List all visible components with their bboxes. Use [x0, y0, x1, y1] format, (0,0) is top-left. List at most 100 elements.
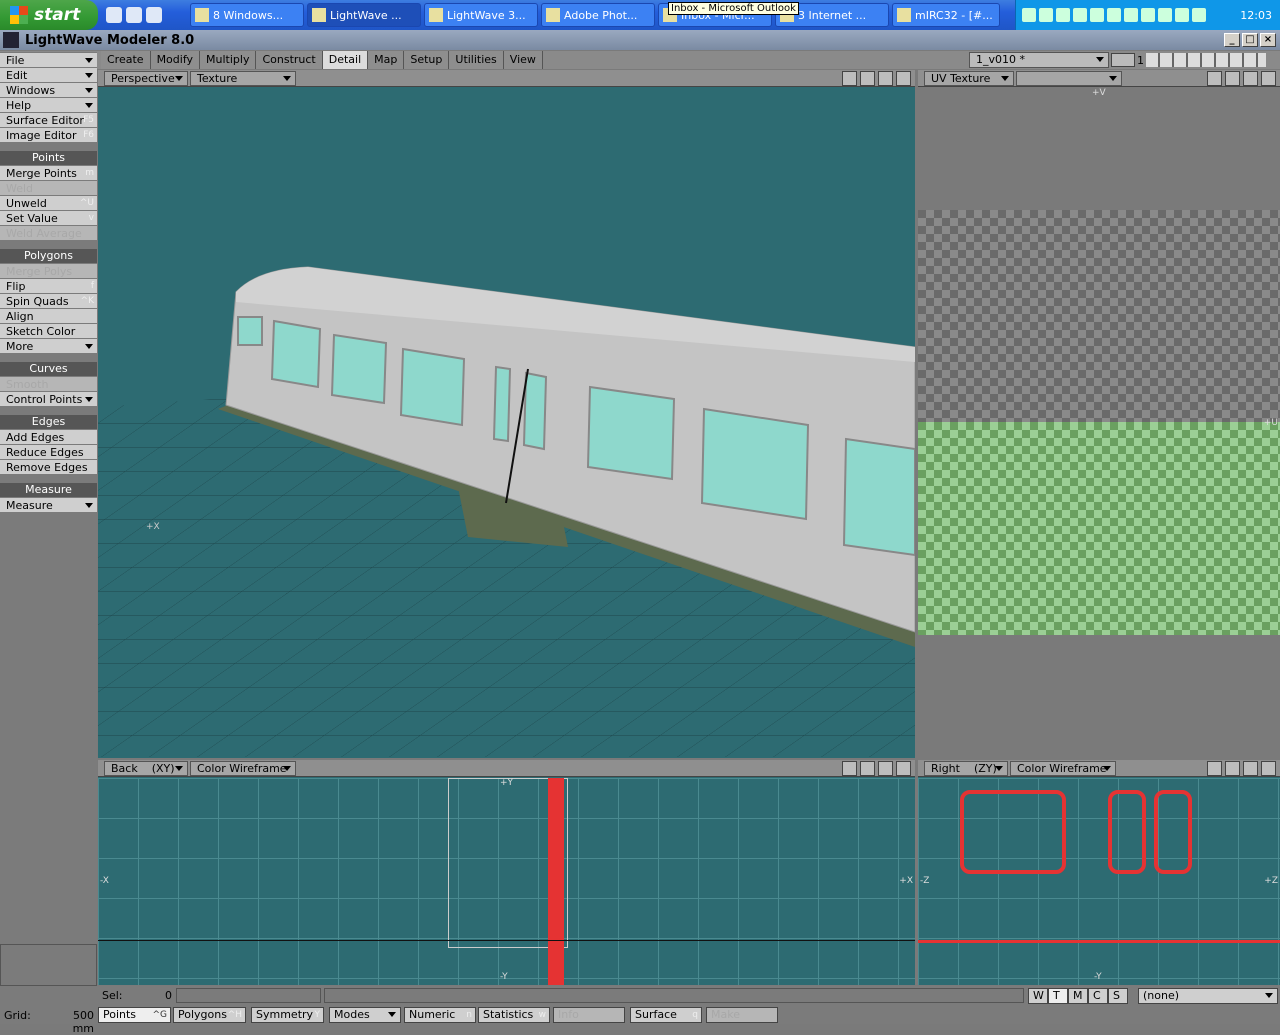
tab-view[interactable]: View	[503, 51, 543, 69]
more-menu[interactable]: More	[0, 339, 97, 354]
tray-icon[interactable]	[1090, 8, 1104, 22]
tray-icon[interactable]	[1175, 8, 1189, 22]
tray-icon[interactable]	[1039, 8, 1053, 22]
tab-create[interactable]: Create	[101, 51, 151, 69]
tray-icon[interactable]	[1124, 8, 1138, 22]
taskbar-button-lightwave[interactable]: LightWave ...	[307, 3, 421, 27]
taskbar-button-mirc[interactable]: mIRC32 - [#...	[892, 3, 1000, 27]
tray-icon[interactable]	[1141, 8, 1155, 22]
points-mode-button[interactable]: Points ^G	[98, 1007, 171, 1023]
s-button[interactable]: S	[1108, 988, 1128, 1004]
surface-editor-button[interactable]: Surface Editor F5	[0, 113, 97, 128]
taskbar-button-lightwave3d[interactable]: LightWave 3...	[424, 3, 538, 27]
weld-button[interactable]: Weld	[0, 181, 97, 196]
weld-average-button[interactable]: Weld Average	[0, 226, 97, 241]
merge-polys-button[interactable]: Merge Polys	[0, 264, 97, 279]
image-editor-button[interactable]: Image Editor F6	[0, 128, 97, 143]
maximize-icon[interactable]	[896, 70, 911, 86]
tray-icon[interactable]	[1022, 8, 1036, 22]
modes-menu[interactable]: Modes	[329, 1007, 401, 1023]
info-button[interactable]: Info	[553, 1007, 625, 1023]
unweld-button[interactable]: Unweld ^U	[0, 196, 97, 211]
render-mode-select[interactable]: Color Wireframe	[190, 760, 296, 776]
close-button[interactable]: ×	[1260, 33, 1276, 47]
tab-multiply[interactable]: Multiply	[200, 51, 257, 69]
statistics-button[interactable]: Statistics w	[478, 1007, 550, 1023]
move-icon[interactable]	[842, 760, 857, 776]
rotate-icon[interactable]	[1225, 760, 1240, 776]
layer-arrows-icon[interactable]	[1111, 53, 1135, 67]
view-type-select[interactable]: Right (ZY)	[924, 760, 1008, 776]
surface-select[interactable]: (none)	[1138, 988, 1278, 1004]
uv-viewport[interactable]: UV Texture +V +U	[918, 70, 1280, 758]
taskbar-button-photoshop[interactable]: Adobe Phot...	[541, 3, 655, 27]
control-points-menu[interactable]: Control Points	[0, 392, 97, 407]
right-viewport[interactable]: Right (ZY) Color Wireframe -Z +Z -Y	[918, 760, 1280, 985]
rotate-icon[interactable]	[860, 70, 875, 86]
layer-select[interactable]: 1_v010 *	[969, 52, 1109, 68]
tab-modify[interactable]: Modify	[150, 51, 201, 69]
maximize-icon[interactable]	[896, 760, 911, 776]
zoom-icon[interactable]	[878, 760, 893, 776]
move-icon[interactable]	[842, 70, 857, 86]
help-menu[interactable]: Help	[0, 98, 97, 113]
move-icon[interactable]	[1207, 70, 1222, 86]
set-value-button[interactable]: Set Value v	[0, 211, 97, 226]
flip-button[interactable]: Flip f	[0, 279, 97, 294]
tray-icon[interactable]	[1192, 8, 1206, 22]
view-type-select[interactable]: Back (XY)	[104, 760, 188, 776]
layer-buttons[interactable]	[1146, 53, 1266, 67]
file-menu[interactable]: File	[0, 53, 97, 68]
start-button[interactable]: start	[0, 0, 98, 30]
ie2-icon[interactable]	[126, 7, 142, 23]
tab-map[interactable]: Map	[368, 51, 405, 69]
tab-detail[interactable]: Detail	[322, 51, 369, 69]
reduce-edges-button[interactable]: Reduce Edges	[0, 445, 97, 460]
m-button[interactable]: M	[1068, 988, 1088, 1004]
rotate-icon[interactable]	[860, 760, 875, 776]
back-viewport[interactable]: Back (XY) Color Wireframe -X +X +Y -Y	[98, 760, 915, 985]
tray-icon[interactable]	[1158, 8, 1172, 22]
view-type-select[interactable]: Perspective	[104, 70, 188, 86]
polygons-mode-button[interactable]: Polygons ^H	[173, 1007, 246, 1023]
zoom-icon[interactable]	[1243, 760, 1258, 776]
make-button[interactable]: Make	[706, 1007, 778, 1023]
zoom-icon[interactable]	[878, 70, 893, 86]
minimize-button[interactable]: _	[1224, 33, 1240, 47]
spin-quads-button[interactable]: Spin Quads ^K	[0, 294, 97, 309]
maximize-button[interactable]: □	[1242, 33, 1258, 47]
tray-icon[interactable]	[1056, 8, 1070, 22]
taskbar-button-windows[interactable]: 8 Windows...	[190, 3, 304, 27]
edit-menu[interactable]: Edit	[0, 68, 97, 83]
numeric-button[interactable]: Numeric n	[404, 1007, 476, 1023]
symmetry-button[interactable]: Symmetry Y	[251, 1007, 324, 1023]
uv-map-select[interactable]	[1016, 70, 1122, 86]
remove-edges-button[interactable]: Remove Edges	[0, 460, 97, 475]
ie-icon[interactable]	[106, 7, 122, 23]
sketch-color-button[interactable]: Sketch Color	[0, 324, 97, 339]
maximize-icon[interactable]	[1261, 70, 1276, 86]
smooth-button[interactable]: Smooth	[0, 377, 97, 392]
tab-utilities[interactable]: Utilities	[449, 51, 504, 69]
render-mode-select[interactable]: Texture	[190, 70, 296, 86]
w-button[interactable]: W	[1028, 988, 1048, 1004]
c-button[interactable]: C	[1088, 988, 1108, 1004]
desktop-icon[interactable]	[146, 7, 162, 23]
maximize-icon[interactable]	[1261, 760, 1276, 776]
tab-construct[interactable]: Construct	[256, 51, 323, 69]
tray-icon[interactable]	[1107, 8, 1121, 22]
view-type-select[interactable]: UV Texture	[924, 70, 1014, 86]
tab-setup[interactable]: Setup	[404, 51, 450, 69]
add-edges-button[interactable]: Add Edges	[0, 430, 97, 445]
rotate-icon[interactable]	[1225, 70, 1240, 86]
zoom-icon[interactable]	[1243, 70, 1258, 86]
t-button[interactable]: T	[1048, 988, 1068, 1004]
align-button[interactable]: Align	[0, 309, 97, 324]
tray-icon[interactable]	[1073, 8, 1087, 22]
merge-points-button[interactable]: Merge Points m	[0, 166, 97, 181]
surface-button[interactable]: Surface q	[630, 1007, 702, 1023]
render-mode-select[interactable]: Color Wireframe	[1010, 760, 1116, 776]
measure-menu[interactable]: Measure	[0, 498, 97, 513]
windows-menu[interactable]: Windows	[0, 83, 97, 98]
move-icon[interactable]	[1207, 760, 1222, 776]
